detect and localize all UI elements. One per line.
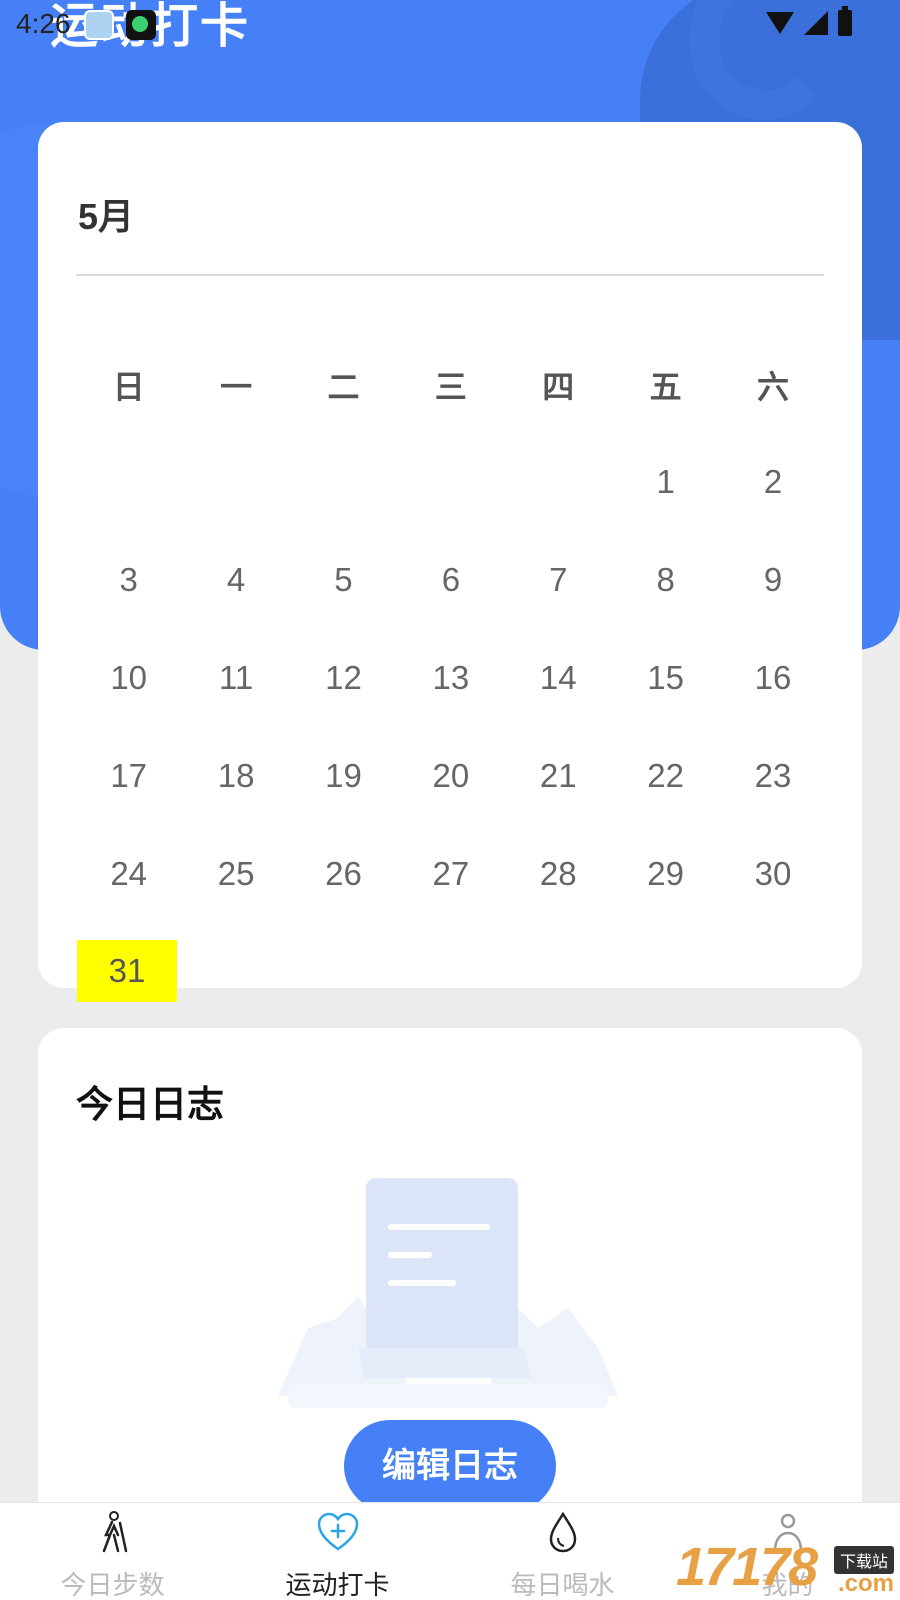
day-cell[interactable]: 25 [182,843,289,905]
day-cell[interactable]: 27 [397,843,504,905]
weekday-label: 日 [112,369,145,405]
weekday-label: 五 [649,369,682,405]
nav-label: 运动打卡 [285,1570,390,1600]
day-cell[interactable]: 1 [612,451,719,513]
day-cell[interactable]: 3 [75,549,182,611]
day-cell[interactable]: 20 [397,745,504,807]
weekday-label: 二 [327,369,360,405]
weekday-label: 一 [220,369,253,405]
calendar-week: 31 [75,940,827,1002]
log-title: 今日日志 [76,1084,224,1125]
watermark-logo: 17178 下载站 .com [676,1536,900,1600]
empty-log-illustration [278,1178,618,1408]
day-cell[interactable]: 13 [397,647,504,709]
day-cell[interactable]: 4 [182,549,289,611]
day-cell[interactable]: 29 [612,843,719,905]
day-cell-empty [182,451,289,513]
nav-label: 每日喝水 [510,1570,615,1600]
day-cell[interactable]: 11 [182,647,289,709]
day-cell[interactable]: 28 [505,843,612,905]
day-cell[interactable]: 24 [75,843,182,905]
day-cell-today[interactable]: 31 [77,940,177,1002]
day-cell[interactable]: 14 [505,647,612,709]
weekday-label: 四 [542,369,575,405]
day-cell[interactable]: 21 [505,745,612,807]
battery-icon [838,6,852,36]
edit-log-button[interactable]: 编辑日志 [344,1420,556,1512]
app-notification-icon [84,10,114,40]
day-cell[interactable]: 6 [397,549,504,611]
calendar-week: 10 11 12 13 14 15 16 [75,647,827,709]
divider [76,274,824,276]
day-cell[interactable]: 19 [290,745,397,807]
day-cell[interactable]: 8 [612,549,719,611]
calendar-week: 17 18 19 20 21 22 23 [75,745,827,807]
hiking-icon [102,1511,128,1553]
wifi-icon [766,12,794,34]
calendar-card: 5月 日 一 二 三 四 五 六 1 2 3 4 5 6 7 8 9 10 11… [38,122,862,1002]
heart-plus-icon [317,1512,359,1551]
day-cell[interactable]: 18 [182,745,289,807]
day-cell[interactable]: 30 [719,843,826,905]
status-time: 4:26 [16,8,71,39]
weekday-label: 三 [434,369,467,405]
day-cell[interactable]: 26 [290,843,397,905]
weekday-header: 日 一 二 三 四 五 六 [75,362,827,408]
nav-item-steps[interactable]: 今日步数 [0,1503,225,1600]
water-drop-icon [549,1511,577,1553]
watermark-domain: .com [837,1570,894,1597]
day-cell-empty [75,451,182,513]
day-cell-empty [290,451,397,513]
status-icons [766,6,852,36]
day-cell[interactable]: 22 [612,745,719,807]
nav-item-checkin[interactable]: 运动打卡 [225,1503,450,1600]
day-cell[interactable]: 9 [719,549,826,611]
calendar-week: 3 4 5 6 7 8 9 [75,549,827,611]
app-notification-icon [126,10,156,40]
day-cell[interactable]: 23 [719,745,826,807]
weekday-label: 六 [757,369,790,405]
nav-label: 今日步数 [60,1570,165,1600]
calendar-week: 24 25 26 27 28 29 30 [75,843,827,905]
calendar-week: 1 2 [75,451,827,513]
day-cell[interactable]: 7 [505,549,612,611]
nav-item-water[interactable]: 每日喝水 [450,1503,675,1600]
day-cell[interactable]: 2 [719,451,826,513]
watermark-text: 17178 [676,1537,818,1597]
day-cell-empty [505,451,612,513]
day-cell[interactable]: 12 [290,647,397,709]
day-cell[interactable]: 16 [719,647,826,709]
day-cell[interactable]: 5 [290,549,397,611]
day-cell[interactable]: 15 [612,647,719,709]
status-bar: 4:26 [0,0,900,46]
signal-icon [804,11,828,35]
day-cell[interactable]: 17 [75,745,182,807]
day-cell-empty [397,451,504,513]
month-label: 5月 [78,196,135,237]
day-cell[interactable]: 10 [75,647,182,709]
